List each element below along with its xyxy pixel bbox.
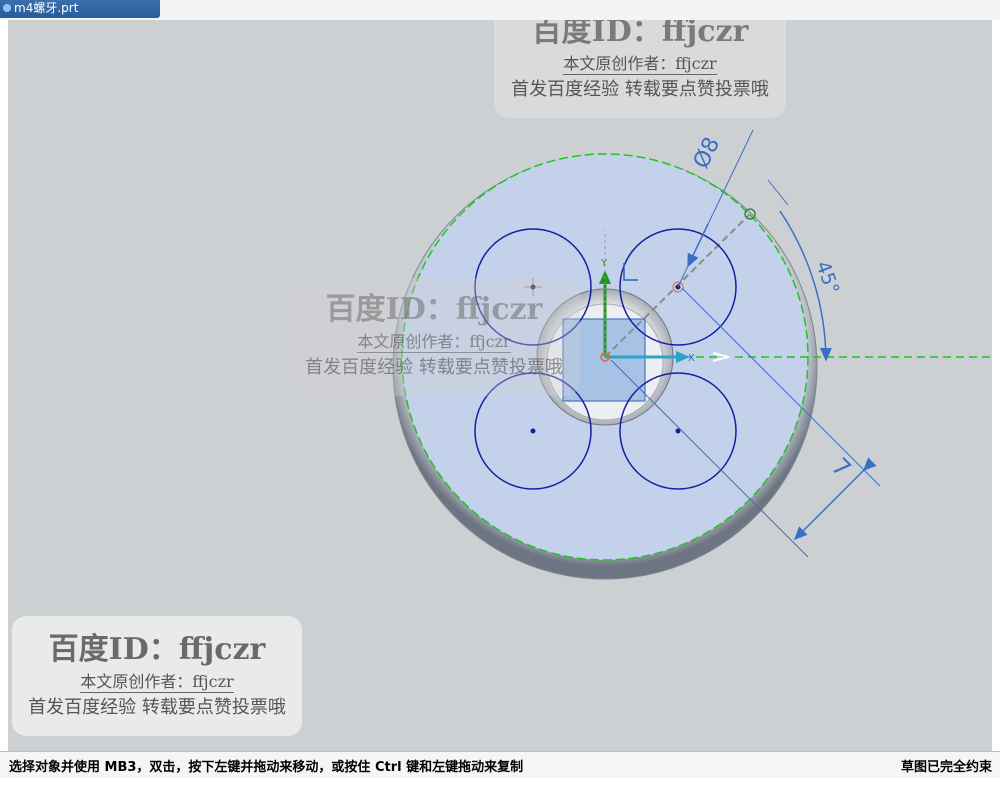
angle-dimension-extension: [767, 179, 789, 206]
part-file-icon: [3, 4, 11, 12]
watermark-notice-line: 首发百度经验 转载要点赞投票哦: [28, 697, 286, 718]
watermark-id-line: 百度ID：ffjczr: [325, 292, 543, 327]
nx-sketch-window: m4螺牙.prt Y X Ø8 45° 7 百度ID：ffjczr 本文原创作者…: [0, 0, 1000, 788]
watermark-author-line: 本文原创作者：ffjczr: [80, 668, 234, 693]
watermark-notice-line: 首发百度经验 转载要点赞投票哦: [305, 357, 563, 378]
status-bar: 选择对象并使用 MB3，双击，按下左键并拖动来移动，或按住 Ctrl 键和左键拖…: [0, 751, 1000, 778]
file-tab[interactable]: m4螺牙.prt: [0, 0, 160, 18]
title-bar: m4螺牙.prt: [0, 0, 1000, 20]
circle-center-bottom-left[interactable]: [530, 428, 536, 434]
graphics-viewport[interactable]: Y X Ø8 45° 7 百度ID：ffjczr 本文原创作者：ffjczr 首…: [8, 20, 992, 751]
diameter-dimension-text[interactable]: Ø8: [689, 134, 725, 173]
x-axis-label: X: [688, 353, 695, 364]
watermark-id-line: 百度ID：ffjczr: [48, 632, 266, 667]
watermark-bottom: 百度ID：ffjczr 本文原创作者：ffjczr 首发百度经验 转载要点赞投票…: [12, 616, 302, 736]
watermark-author-line: 本文原创作者：ffjczr: [563, 50, 717, 75]
watermark-middle: 百度ID：ffjczr 本文原创作者：ffjczr 首发百度经验 转载要点赞投票…: [288, 278, 580, 396]
sketch-constraint-status: 草图已完全约束: [900, 760, 992, 775]
watermark-top: 百度ID：ffjczr 本文原创作者：ffjczr 首发百度经验 转载要点赞投票…: [494, 20, 786, 118]
distance-dimension-line[interactable]: [793, 457, 877, 541]
watermark-id-line: 百度ID：ffjczr: [531, 20, 749, 49]
file-tab-label: m4螺牙.prt: [14, 1, 79, 15]
distance-dimension-text[interactable]: 7: [826, 452, 857, 483]
watermark-author-line: 本文原创作者：ffjczr: [357, 328, 511, 353]
watermark-notice-line: 首发百度经验 转载要点赞投票哦: [511, 79, 769, 100]
status-hint-text: 选择对象并使用 MB3，双击，按下左键并拖动来移动，或按住 Ctrl 键和左键拖…: [9, 760, 524, 775]
y-axis-label: Y: [600, 258, 608, 269]
